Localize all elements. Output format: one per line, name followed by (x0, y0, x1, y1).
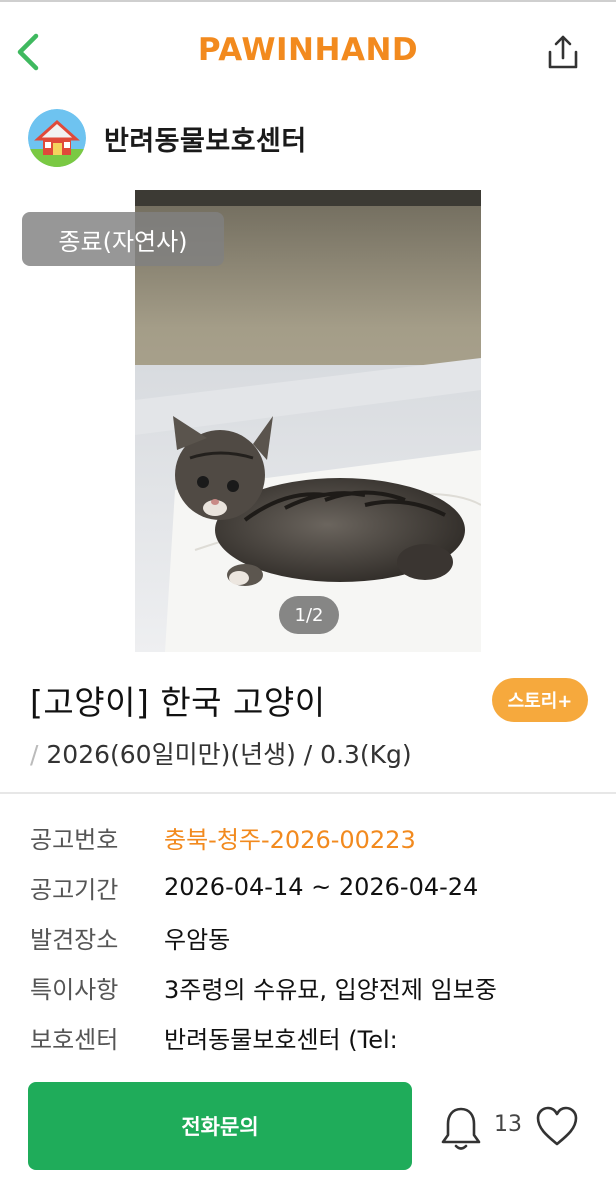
bell-icon (441, 1107, 481, 1150)
section-divider (0, 792, 616, 794)
heart-icon (536, 1106, 578, 1146)
share-button[interactable] (544, 32, 582, 72)
detail-label: 공고기간 (30, 875, 119, 904)
app-header: PAWINHAND (0, 2, 616, 98)
photo-carousel[interactable]: 종료(자연사) 1/2 (0, 190, 616, 652)
detail-row-notice-number: 공고번호 충북-청주-2026-00223 (30, 812, 600, 862)
notice-period-value: 2026-04-14 ~ 2026-04-24 (164, 873, 479, 901)
animal-subtitle: / 2026(60일미만)(년생) / 0.3(Kg) (30, 735, 412, 771)
detail-label: 보호센터 (30, 1025, 119, 1054)
detail-row-special-notes: 특이사항 3주령의 수유묘, 입양전제 임보중 (30, 962, 600, 1012)
photo-page-indicator: 1/2 (279, 596, 339, 634)
subtitle-marker: / (30, 740, 39, 769)
bell-button[interactable] (440, 1104, 482, 1152)
found-location-value: 우암동 (164, 925, 231, 954)
favorite-button[interactable] (534, 1104, 580, 1148)
animal-age-weight: 2026(60일미만)(년생) / 0.3(Kg) (46, 740, 412, 769)
bell-count: 13 (494, 1112, 522, 1137)
shelter-header[interactable]: 반려동물보호센터 (28, 108, 307, 168)
call-inquiry-button[interactable]: 전화문의 (28, 1082, 412, 1170)
detail-row-found-location: 발견장소 우암동 (30, 912, 600, 962)
notice-number-value: 충북-청주-2026-00223 (164, 825, 416, 854)
shelter-contact-value: 반려동물보호센터 (Tel: (164, 1025, 398, 1054)
status-badge: 종료(자연사) (22, 212, 224, 266)
house-logo-icon (28, 109, 86, 167)
animal-title: [고양이] 한국 고양이 (30, 683, 326, 722)
detail-list: 공고번호 충북-청주-2026-00223 공고기간 2026-04-14 ~ … (30, 812, 600, 1062)
detail-row-notice-period: 공고기간 2026-04-14 ~ 2026-04-24 (30, 862, 600, 912)
brand-logo: PAWINHAND (197, 32, 419, 68)
detail-label: 특이사항 (30, 975, 119, 1004)
detail-label: 발견장소 (30, 925, 119, 954)
special-notes-value: 3주령의 수유묘, 입양전제 임보중 (164, 975, 497, 1004)
story-button[interactable]: 스토리+ (492, 678, 588, 722)
detail-label: 공고번호 (30, 825, 119, 854)
detail-row-shelter: 보호센터 반려동물보호센터 (Tel: (30, 1012, 600, 1062)
shelter-name: 반려동물보호센터 (104, 125, 307, 157)
share-icon (548, 35, 578, 69)
